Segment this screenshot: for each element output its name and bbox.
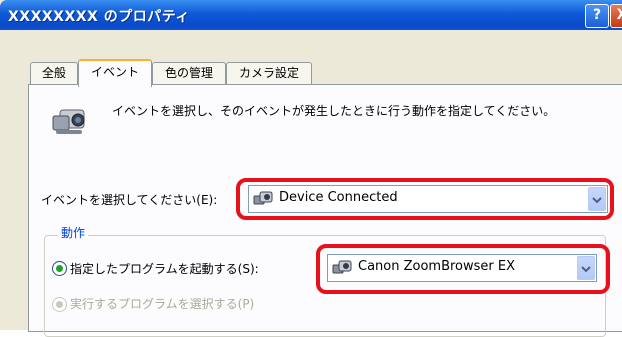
prompt-program-label: 実行するプログラムを選択する(P): [70, 297, 255, 311]
program-highlight-box: [316, 244, 610, 294]
tab-general[interactable]: 全般: [30, 62, 78, 85]
event-select-label: イベントを選択してください(E):: [41, 193, 218, 207]
start-program-label: 指定したプログラムを起動する(S):: [70, 262, 259, 276]
properties-dialog: XXXXXXXX のプロパティ ? X 全般 イベント 色の管理 カメラ設定 イ…: [0, 0, 622, 337]
camera-icon: [52, 109, 85, 134]
title-bar[interactable]: XXXXXXXX のプロパティ ? X: [0, 0, 622, 30]
tab-camera-settings[interactable]: カメラ設定: [226, 62, 312, 85]
close-button[interactable]: X: [610, 4, 622, 28]
help-button[interactable]: ?: [585, 4, 609, 28]
tab-events[interactable]: イベント: [78, 59, 152, 87]
prompt-program-radio[interactable]: [52, 297, 67, 312]
event-description: イベントを選択し、そのイベントが発生したときに行う動作を指定してください。: [112, 104, 556, 118]
window-title: XXXXXXXX のプロパティ: [8, 9, 190, 25]
actions-group-label: 動作: [58, 224, 89, 241]
tab-color-management[interactable]: 色の管理: [152, 62, 226, 85]
event-highlight-box: [236, 178, 614, 220]
start-program-radio[interactable]: [52, 261, 67, 276]
